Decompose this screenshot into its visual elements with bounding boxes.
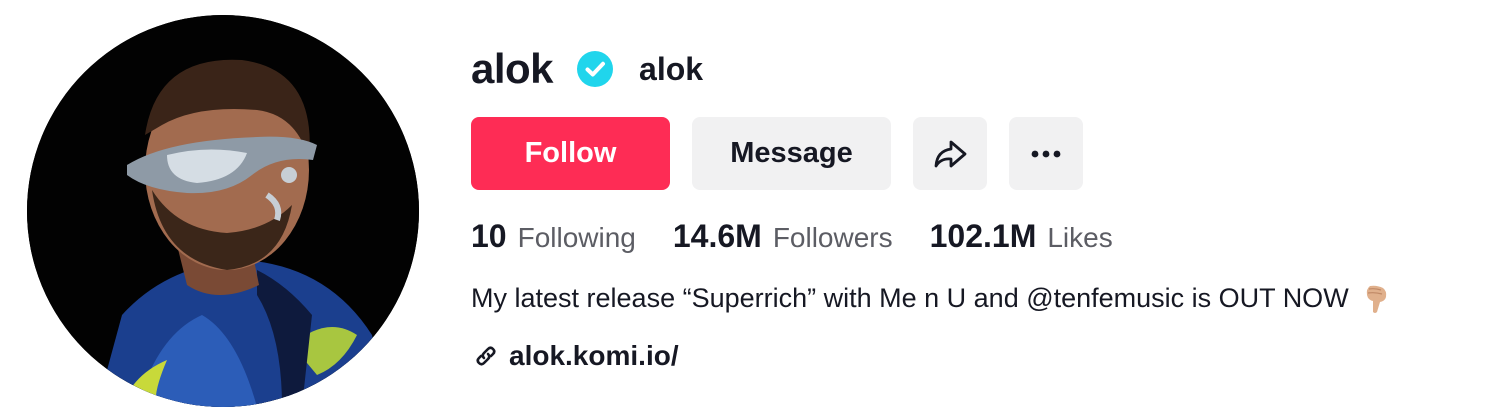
bio: My latest release “Superrich” with Me n … xyxy=(471,283,1389,314)
link-icon xyxy=(473,343,499,369)
follow-button[interactable]: Follow xyxy=(471,117,670,190)
message-button[interactable]: Message xyxy=(692,117,891,190)
action-buttons: Follow Message xyxy=(471,117,1083,190)
username: alok xyxy=(471,45,554,92)
share-button[interactable] xyxy=(913,117,987,190)
pointing-down-hand-icon xyxy=(1363,284,1389,314)
following-label: Following xyxy=(517,222,636,253)
likes-stat: 102.1M Likes xyxy=(930,218,1113,255)
avatar[interactable] xyxy=(27,15,419,407)
following-stat[interactable]: 10 Following xyxy=(471,218,636,255)
avatar-image xyxy=(27,15,419,407)
profile-stats: 10 Following 14.6M Followers 102.1M Like… xyxy=(471,218,1150,255)
profile-info: alok alok Follow Message 10 Following 14… xyxy=(471,40,1500,371)
followers-count: 14.6M xyxy=(672,218,762,254)
likes-label: Likes xyxy=(1047,222,1113,253)
followers-stat[interactable]: 14.6M Followers xyxy=(673,218,893,255)
followers-label: Followers xyxy=(772,222,893,253)
name-row: alok alok xyxy=(471,40,1500,98)
share-arrow-icon xyxy=(932,138,968,170)
following-count: 10 xyxy=(471,218,507,254)
verified-badge-icon xyxy=(577,51,614,87)
nickname: alok xyxy=(639,51,704,87)
profile-header: alok alok Follow Message 10 Following 14… xyxy=(0,0,1500,420)
more-options-button[interactable] xyxy=(1009,117,1083,190)
bio-link[interactable]: alok.komi.io/ xyxy=(473,340,679,372)
link-url[interactable]: alok.komi.io/ xyxy=(509,340,679,372)
bio-text: My latest release “Superrich” with Me n … xyxy=(471,283,1349,313)
more-dots-icon xyxy=(1031,150,1061,158)
likes-count: 102.1M xyxy=(929,218,1037,254)
